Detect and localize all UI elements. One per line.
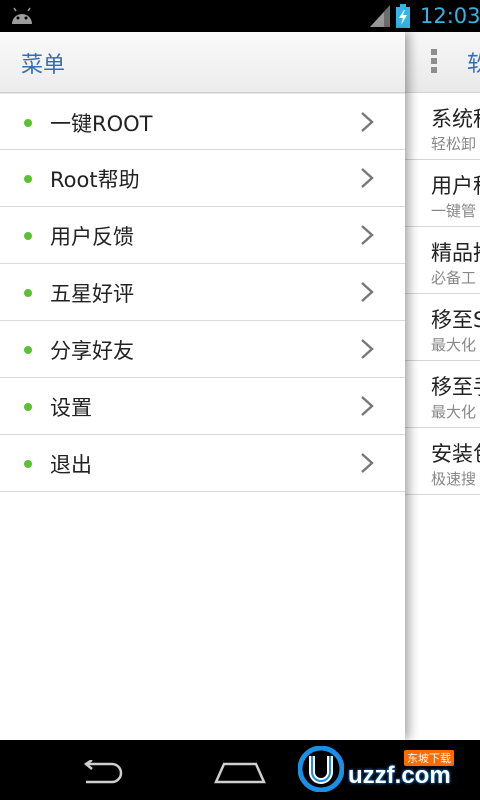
bullet-icon — [24, 346, 32, 354]
list-item[interactable]: 精品推 必备工 — [405, 227, 480, 294]
menu-item-label: 用户反馈 — [50, 225, 134, 249]
list-item[interactable]: 用户程 一键管 — [405, 160, 480, 227]
menu-item-root-help[interactable]: Root帮助 — [0, 150, 405, 207]
list-item-subtitle: 最大化 — [431, 336, 477, 354]
chevron-right-icon — [361, 396, 374, 416]
menu-item-rate[interactable]: 五星好评 — [0, 264, 405, 321]
menu-item-label: 退出 — [50, 453, 92, 477]
menu-item-label: Root帮助 — [50, 168, 140, 192]
bullet-icon — [24, 175, 32, 183]
main-list: 系统程 轻松卸 用户程 一键管 精品推 必备工 移至S 最大化 移至手 最大化 … — [405, 93, 480, 495]
bullet-icon — [24, 460, 32, 468]
list-item-title: 移至手 — [431, 375, 480, 399]
list-item-subtitle: 一键管 — [431, 202, 477, 220]
logo-u-icon — [298, 746, 344, 792]
menu-item-label: 分享好友 — [50, 339, 134, 363]
menu-item-label: 一键ROOT — [50, 112, 153, 136]
main-title: 软 — [467, 52, 480, 77]
list-item-title: 安装包 — [431, 442, 480, 466]
drawer-title: 菜单 — [21, 53, 66, 78]
android-icon — [12, 7, 32, 24]
list-item[interactable]: 安装包 极速搜 — [405, 428, 480, 495]
status-time: 12:03 — [420, 4, 480, 28]
list-item-title: 移至S — [431, 308, 480, 332]
list-item-subtitle: 必备工 — [431, 269, 477, 287]
bullet-icon — [24, 119, 32, 127]
menu-item-label: 五星好评 — [50, 282, 134, 306]
chevron-right-icon — [361, 225, 374, 245]
drawer-header: 菜单 — [0, 32, 405, 93]
watermark-text: uzzf.com — [348, 762, 451, 789]
list-item[interactable]: 系统程 轻松卸 — [405, 93, 480, 160]
list-item-subtitle: 最大化 — [431, 403, 477, 421]
chevron-right-icon — [361, 112, 374, 132]
chevron-right-icon — [361, 282, 374, 302]
back-icon[interactable] — [78, 760, 124, 784]
menu-item-settings[interactable]: 设置 — [0, 378, 405, 435]
chevron-right-icon — [361, 168, 374, 188]
menu-item-one-click-root[interactable]: 一键ROOT — [0, 93, 405, 150]
bullet-icon — [24, 403, 32, 411]
main-header: 软 — [405, 32, 480, 93]
navigation-drawer: 菜单 一键ROOT Root帮助 用户反馈 五星好评 分享好友 设置 退出 — [0, 32, 405, 740]
menu-item-feedback[interactable]: 用户反馈 — [0, 207, 405, 264]
home-icon[interactable] — [214, 760, 266, 784]
battery-charging-icon — [396, 4, 410, 28]
list-item-subtitle: 极速搜 — [431, 470, 477, 488]
signal-icon — [370, 5, 390, 27]
menu-item-exit[interactable]: 退出 — [0, 435, 405, 492]
status-bar: 12:03 — [0, 0, 480, 32]
list-item[interactable]: 移至手 最大化 — [405, 361, 480, 428]
bullet-icon — [24, 232, 32, 240]
chevron-right-icon — [361, 339, 374, 359]
main-content: 软 系统程 轻松卸 用户程 一键管 精品推 必备工 移至S 最大化 移至手 最大… — [405, 32, 480, 740]
chevron-right-icon — [361, 453, 374, 473]
list-item-title: 精品推 — [431, 241, 480, 265]
bullet-icon — [24, 289, 32, 297]
overflow-menu-icon[interactable] — [431, 49, 437, 76]
drawer-menu: 一键ROOT Root帮助 用户反馈 五星好评 分享好友 设置 退出 — [0, 93, 405, 492]
list-item-title: 用户程 — [431, 174, 480, 198]
list-item[interactable]: 移至S 最大化 — [405, 294, 480, 361]
watermark-logo: 东坡下载 uzzf.com — [292, 740, 480, 800]
list-item-subtitle: 轻松卸 — [431, 135, 477, 153]
list-item-title: 系统程 — [431, 107, 480, 131]
menu-item-share[interactable]: 分享好友 — [0, 321, 405, 378]
menu-item-label: 设置 — [50, 396, 92, 420]
